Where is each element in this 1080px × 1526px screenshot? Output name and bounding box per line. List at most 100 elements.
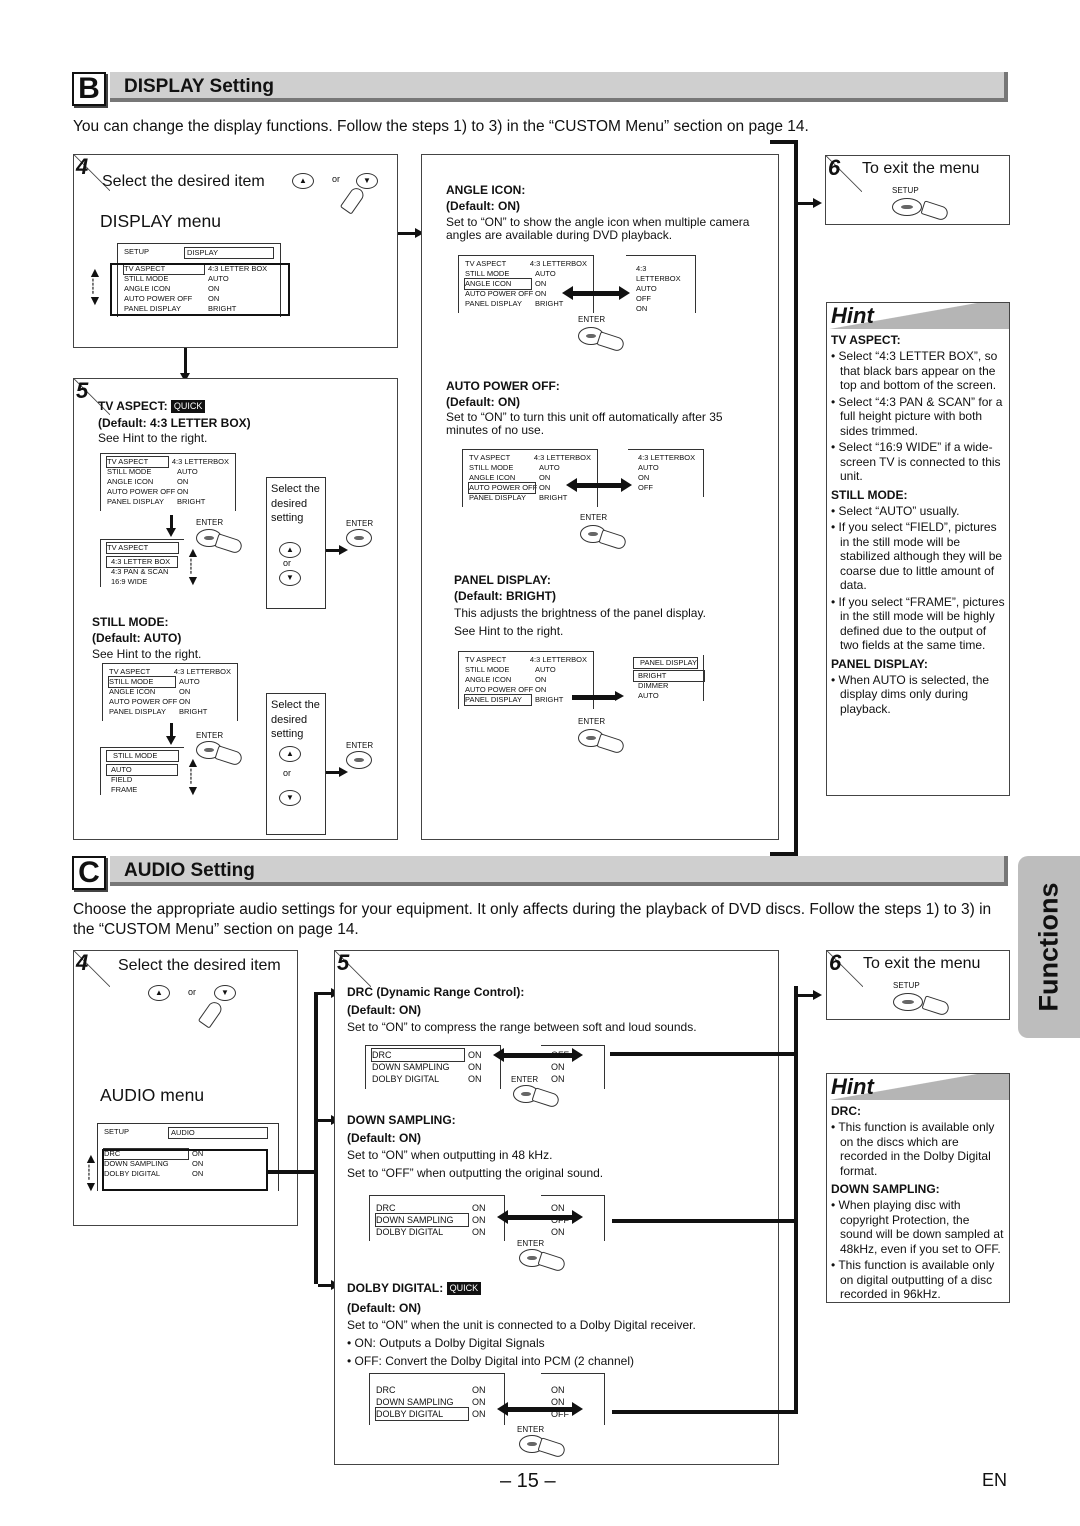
panel-display-submenu: PANEL DISPLAY BRIGHT DIMMER AUTO xyxy=(628,655,705,701)
menu-item-label: STILL MODE xyxy=(108,676,176,688)
enter-label: ENTER xyxy=(346,741,374,750)
arrow-to-drc xyxy=(318,988,340,998)
still-mode-option: AUTO xyxy=(106,764,178,776)
menu-row: TV ASPECT 4:3 LETTERBOX xyxy=(106,456,229,468)
auto-power-off-default: (Default: ON) xyxy=(446,395,520,409)
menu-item-value: ON xyxy=(539,473,551,482)
auto-power-off-menu-screen: TV ASPECT 4:3 LETTERBOX STILL MODE AUTO ANGL… xyxy=(462,449,598,507)
still-mode-submenu: STILL MODE AUTO FIELD FRAME xyxy=(100,747,184,795)
auto-power-off-heading: AUTO POWER OFF: xyxy=(446,379,560,393)
arrow-down-icon xyxy=(166,723,176,745)
dolby-digital-bullet-on: • ON: Outputs a Dolby Digital Signals xyxy=(347,1336,545,1350)
or-label: or xyxy=(283,768,292,778)
panel-display-option: AUTO xyxy=(638,691,659,700)
connector-line xyxy=(610,1052,798,1056)
arrow-to-step5-down xyxy=(180,348,190,382)
up-button-icon: ▲ xyxy=(279,746,301,762)
down-sampling-heading: DOWN SAMPLING: xyxy=(347,1113,456,1127)
submenu-title: PANEL DISPLAY xyxy=(633,657,698,669)
hand-icon xyxy=(596,733,626,755)
menu-item-label: ANGLE ICON xyxy=(465,675,512,684)
menu-item-value: ON xyxy=(472,1203,486,1213)
menu-item-value: ON xyxy=(535,685,547,694)
or-label: or xyxy=(283,558,292,568)
hint-heading: DOWN SAMPLING: xyxy=(831,1182,940,1196)
angle-icon-result-screen: 4:3 LETTERBOX AUTO OFF ON xyxy=(626,255,696,313)
toggle-arrow-icon xyxy=(497,1210,583,1224)
arrow-to-step6 xyxy=(798,990,822,1000)
up-down-arrow-icon: ▲ ┊ ▼ xyxy=(84,1150,98,1194)
tv-aspect-default: (Default: 4:3 LETTER BOX) xyxy=(98,416,251,430)
menu-row: DRC ON xyxy=(371,1048,494,1062)
menu-row: ANGLE ICON ON xyxy=(465,675,587,685)
step-number: 4 xyxy=(76,950,89,975)
hint-title: Hint xyxy=(831,303,874,328)
menu-item-label: STILL MODE xyxy=(465,665,510,674)
step-number: 6 xyxy=(829,950,842,975)
step-number: 6 xyxy=(828,155,841,180)
result-value: AUTO xyxy=(636,284,657,293)
arrow-right-icon xyxy=(572,691,624,701)
menu-row: PANEL DISPLAY BRIGHT xyxy=(107,497,229,507)
quick-badge: QUICK xyxy=(446,1282,482,1296)
select-setting-panel: Select the desired setting ▲ or ▼ xyxy=(266,477,326,609)
enter-button-icon xyxy=(346,751,372,769)
setup-button-label: SETUP xyxy=(893,981,920,990)
hint-heading: TV ASPECT: xyxy=(831,333,901,347)
display-intro: You can change the display functions. Fo… xyxy=(73,118,809,135)
menu-item-label: ANGLE ICON xyxy=(464,278,532,290)
menu-item-label: PANEL DISPLAY xyxy=(465,299,522,308)
result-value: ON xyxy=(636,304,648,313)
enter-button-icon xyxy=(346,529,372,547)
selection-frame xyxy=(102,1149,268,1191)
tv-aspect-heading: TV ASPECT: xyxy=(98,399,168,413)
enter-label: ENTER xyxy=(346,519,374,528)
dolby-digital-heading: DOLBY DIGITAL: xyxy=(347,1281,444,1295)
result-value: ON xyxy=(638,473,650,482)
connector-line xyxy=(794,986,798,1414)
menu-item-value: ON xyxy=(179,687,191,696)
still-mode-heading: STILL MODE: xyxy=(92,615,169,629)
hint-heading: DRC: xyxy=(831,1104,861,1118)
select-item-instruction: Select the desired item xyxy=(102,173,265,190)
enter-label: ENTER xyxy=(517,1425,545,1434)
result-value: ON xyxy=(551,1062,565,1072)
panel-display-heading: PANEL DISPLAY: xyxy=(454,573,551,587)
setup-button-icon xyxy=(893,993,923,1011)
menu-row: DOLBY DIGITAL ON xyxy=(376,1226,498,1238)
panel-display-menu-screen: TV ASPECT 4:3 LETTERBOX STILL MODE AUTO ANGL… xyxy=(458,651,594,709)
select-setting-panel: Select the desired setting ▲ or ▼ xyxy=(266,693,326,835)
enter-label: ENTER xyxy=(580,513,608,522)
audio-step5-box: 5 DRC (Dynamic Range Control): (Default:… xyxy=(334,950,779,1465)
still-mode-menu-screen: TV ASPECT 4:3 LETTERBOX STILL MODE AUTO ANGL… xyxy=(102,663,238,721)
audio-hint-box: Hint DRC: This function is available only… xyxy=(826,1073,1010,1303)
hint-bullet: When AUTO is selected, the display dims … xyxy=(831,673,1005,717)
menu-row: DOWN SAMPLING ON xyxy=(376,1396,498,1408)
quick-badge: QUICK xyxy=(170,400,206,414)
menu-row: DRC ON xyxy=(376,1202,498,1214)
or-label: or xyxy=(188,987,197,997)
drc-menu-screen: DRC ON DOWN SAMPLING ON DOLBY DIGITAL ON xyxy=(365,1045,501,1089)
language-label: EN xyxy=(982,1470,1008,1490)
audio-step6-box: 6 To exit the menu SETUP xyxy=(826,950,1010,1020)
menu-item-value: AUTO xyxy=(535,665,556,674)
menu-item-label: TV ASPECT xyxy=(106,456,169,468)
menu-item-value: AUTO xyxy=(539,463,560,472)
setup-button-icon xyxy=(892,198,922,216)
menu-row: PANEL DISPLAY BRIGHT xyxy=(464,694,587,706)
menu-item-value: ON xyxy=(472,1385,486,1395)
display-step4-box: 4 Select the desired item ▲ or ▼ DISPLAY… xyxy=(73,154,398,348)
menu-item-label: DRC xyxy=(376,1385,396,1395)
arrow-to-dolby-digital xyxy=(318,1280,340,1290)
audio-tab: AUDIO xyxy=(168,1127,268,1139)
menu-item-label: DOLBY DIGITAL xyxy=(372,1074,440,1084)
menu-row: AUTO POWER OFF ON xyxy=(109,697,231,707)
tv-aspect-note: See Hint to the right. xyxy=(98,431,208,445)
hint-bullet: Select “AUTO” usually. xyxy=(831,504,1005,519)
hint-bullet: When playing disc with copyright Protect… xyxy=(831,1198,1005,1256)
menu-item-label: DOLBY DIGITAL xyxy=(376,1227,444,1237)
arrow-to-step6 xyxy=(798,198,822,208)
drc-desc: Set to “ON” to compress the range betwee… xyxy=(347,1020,697,1034)
menu-item-value: ON xyxy=(535,279,547,288)
down-sampling-desc1: Set to “ON” when outputting in 48 kHz. xyxy=(347,1148,553,1162)
